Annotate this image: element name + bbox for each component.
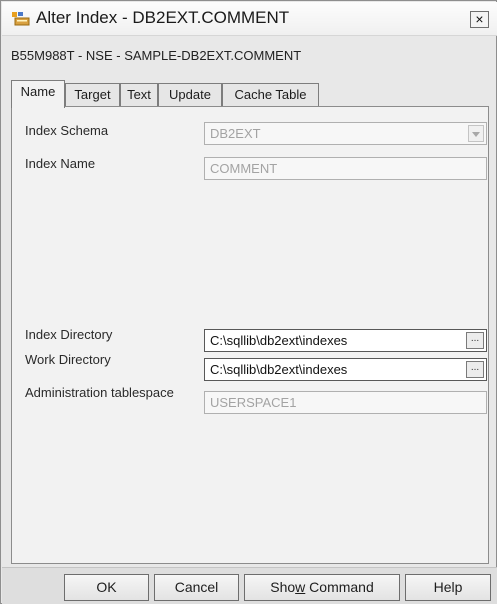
index-name-label: Index Name <box>25 156 96 171</box>
cancel-button[interactable]: Cancel <box>154 574 239 601</box>
show-command-label-end: Command <box>305 579 374 595</box>
tab-text[interactable]: Text <box>120 83 158 106</box>
work-directory-field[interactable]: C:\sqllib\db2ext\indexes ... <box>204 358 487 381</box>
tab-cache-table[interactable]: Cache Table <box>222 83 319 106</box>
index-icon <box>12 12 30 26</box>
tab-update[interactable]: Update <box>158 83 222 106</box>
title-bar[interactable]: Alter Index - DB2EXT.COMMENT × <box>2 2 497 36</box>
admin-tablespace-value: USERSPACE1 <box>210 395 297 410</box>
index-directory-value: C:\sqllib\db2ext\indexes <box>210 333 348 348</box>
tab-name[interactable]: Name <box>11 80 65 108</box>
alter-index-dialog: Alter Index - DB2EXT.COMMENT × B55M988T … <box>0 0 497 604</box>
close-icon: × <box>475 11 484 27</box>
tab-target[interactable]: Target <box>65 83 120 106</box>
admin-tablespace-field: USERSPACE1 <box>204 391 487 414</box>
object-path: B55M988T - NSE - SAMPLE-DB2EXT.COMMENT <box>11 48 302 63</box>
work-directory-value: C:\sqllib\db2ext\indexes <box>210 362 348 377</box>
work-directory-label: Work Directory <box>25 352 111 367</box>
close-button[interactable]: × <box>470 11 489 28</box>
show-command-label-start: Sho <box>270 579 296 595</box>
index-schema-value: DB2EXT <box>210 126 261 141</box>
index-directory-browse-button[interactable]: ... <box>466 332 484 349</box>
index-schema-label: Index Schema <box>25 123 109 138</box>
tab-panel-name: Index Schema DB2EXT Index Name COMMENT I… <box>11 106 489 564</box>
window-title: Alter Index - DB2EXT.COMMENT <box>36 8 290 27</box>
index-directory-label: Index Directory <box>25 327 113 342</box>
index-name-field: COMMENT <box>204 157 487 180</box>
chevron-down-icon <box>468 125 484 142</box>
index-directory-field[interactable]: C:\sqllib\db2ext\indexes ... <box>204 329 487 352</box>
index-schema-combo: DB2EXT <box>204 122 487 145</box>
index-name-value: COMMENT <box>210 161 278 176</box>
button-bar: OK Cancel Show Command Help <box>2 567 497 604</box>
show-command-button[interactable]: Show Command <box>244 574 400 601</box>
help-button[interactable]: Help <box>405 574 491 601</box>
show-command-mnemonic: w <box>295 579 306 595</box>
work-directory-browse-button[interactable]: ... <box>466 361 484 378</box>
ok-button[interactable]: OK <box>64 574 149 601</box>
admin-tablespace-label: Administration tablespace <box>25 385 174 400</box>
